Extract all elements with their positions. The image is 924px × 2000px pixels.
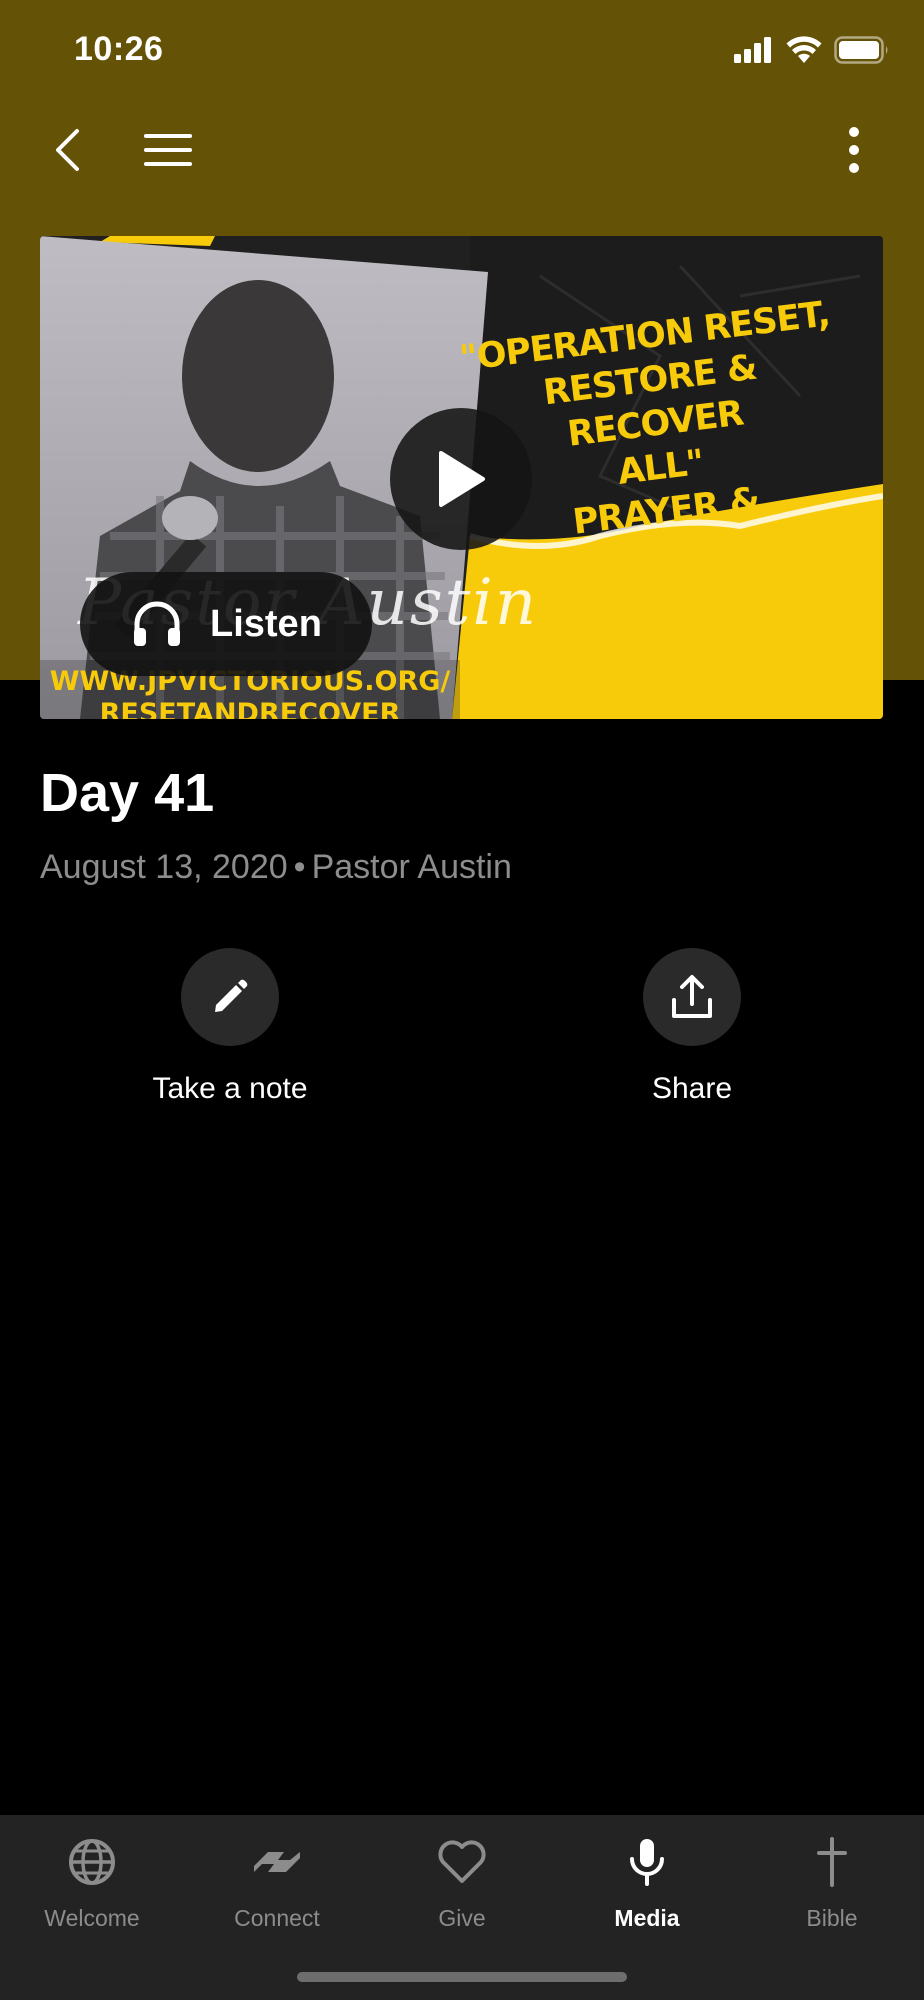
sermon-title: Day 41	[40, 763, 215, 823]
take-note-button[interactable]: Take a note	[80, 948, 380, 1106]
sermon-meta: August 13, 2020 • Pastor Austin	[40, 848, 512, 887]
share-button[interactable]: Share	[542, 948, 842, 1106]
tab-connect[interactable]: Connect	[185, 1815, 369, 1945]
headphones-icon	[134, 601, 180, 646]
chevron-left-icon	[56, 129, 79, 171]
tab-label: Welcome	[44, 1905, 140, 1931]
navigation-bar	[0, 100, 924, 200]
back-button[interactable]	[38, 120, 98, 180]
take-note-label: Take a note	[152, 1072, 308, 1105]
share-label: Share	[651, 1072, 733, 1105]
play-icon	[439, 451, 485, 507]
home-indicator[interactable]	[297, 1972, 627, 1982]
share-circle	[643, 948, 741, 1046]
tab-media[interactable]: Media	[555, 1815, 739, 1945]
status-icons	[734, 36, 890, 64]
cross-icon	[817, 1837, 847, 1887]
more-options-button[interactable]	[824, 120, 884, 180]
handshake-icon	[254, 1852, 300, 1872]
cellular-signal-icon	[734, 37, 771, 63]
share-icon	[672, 975, 712, 1018]
play-button[interactable]	[390, 408, 532, 550]
battery-icon	[834, 36, 888, 64]
tab-label: Bible	[806, 1905, 858, 1931]
heart-icon	[438, 1840, 486, 1883]
status-time: 10:26	[74, 30, 164, 68]
pencil-icon	[215, 979, 248, 1012]
tab-label: Connect	[234, 1905, 320, 1931]
wifi-icon	[786, 36, 822, 63]
sermon-speaker: Pastor Austin	[311, 848, 512, 886]
tab-welcome[interactable]: Welcome	[0, 1815, 184, 1945]
sermon-video-thumbnail[interactable]: Pastor Austin "OPERATION RESET, RESTORE …	[40, 236, 883, 719]
tab-label: Media	[614, 1905, 680, 1931]
status-bar: 10:26	[0, 0, 924, 100]
menu-button[interactable]	[138, 120, 198, 180]
artwork-url-line: RESETANDRECOVER	[99, 698, 401, 719]
take-note-circle	[181, 948, 279, 1046]
tab-label: Give	[438, 1905, 486, 1931]
more-vertical-icon	[849, 127, 859, 173]
tab-give[interactable]: Give	[370, 1815, 554, 1945]
listen-button[interactable]: Listen	[80, 572, 372, 676]
listen-label: Listen	[210, 602, 322, 645]
tab-bible[interactable]: Bible	[740, 1815, 924, 1945]
hamburger-menu-icon	[144, 134, 192, 166]
globe-icon	[69, 1839, 115, 1885]
meta-separator: •	[293, 848, 306, 886]
microphone-icon	[630, 1839, 664, 1886]
sermon-date: August 13, 2020	[40, 848, 288, 886]
